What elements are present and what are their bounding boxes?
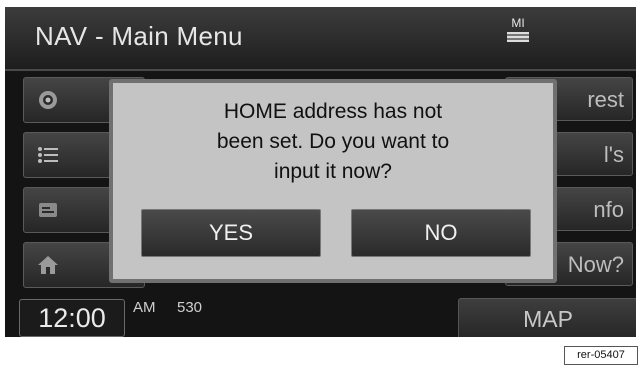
title-bar: NAV - Main Menu MI — [5, 7, 636, 71]
state-abbrev: MI — [511, 16, 525, 30]
map-button[interactable]: MAP — [458, 298, 636, 337]
ampm-label: AM — [133, 299, 156, 316]
radio-channel: 530 — [177, 299, 203, 316]
list-icon — [38, 147, 58, 163]
clock-display: 12:00 — [19, 299, 125, 337]
dialog-message-line2: been set. Do you want to — [216, 130, 450, 153]
figure-tag: rer-05407 — [564, 346, 638, 365]
home-address-dialog: HOME address has not been set. Do you wa… — [109, 79, 557, 283]
flag-icon — [507, 32, 529, 42]
dialog-message: HOME address has not been set. Do you wa… — [113, 97, 553, 187]
yes-button[interactable]: YES — [141, 209, 321, 257]
state-indicator: MI — [503, 17, 533, 42]
dialog-message-line3: input it now? — [274, 160, 392, 183]
page-title: NAV - Main Menu — [35, 21, 243, 51]
gps-target-icon — [39, 91, 57, 109]
no-button[interactable]: NO — [351, 209, 531, 257]
home-icon — [38, 256, 58, 274]
nav-screen: NAV - Main Menu MI rest l's nfo Now? 12:… — [5, 7, 636, 337]
dialog-message-line1: HOME address has not — [223, 100, 443, 123]
info-card-icon — [39, 203, 57, 217]
